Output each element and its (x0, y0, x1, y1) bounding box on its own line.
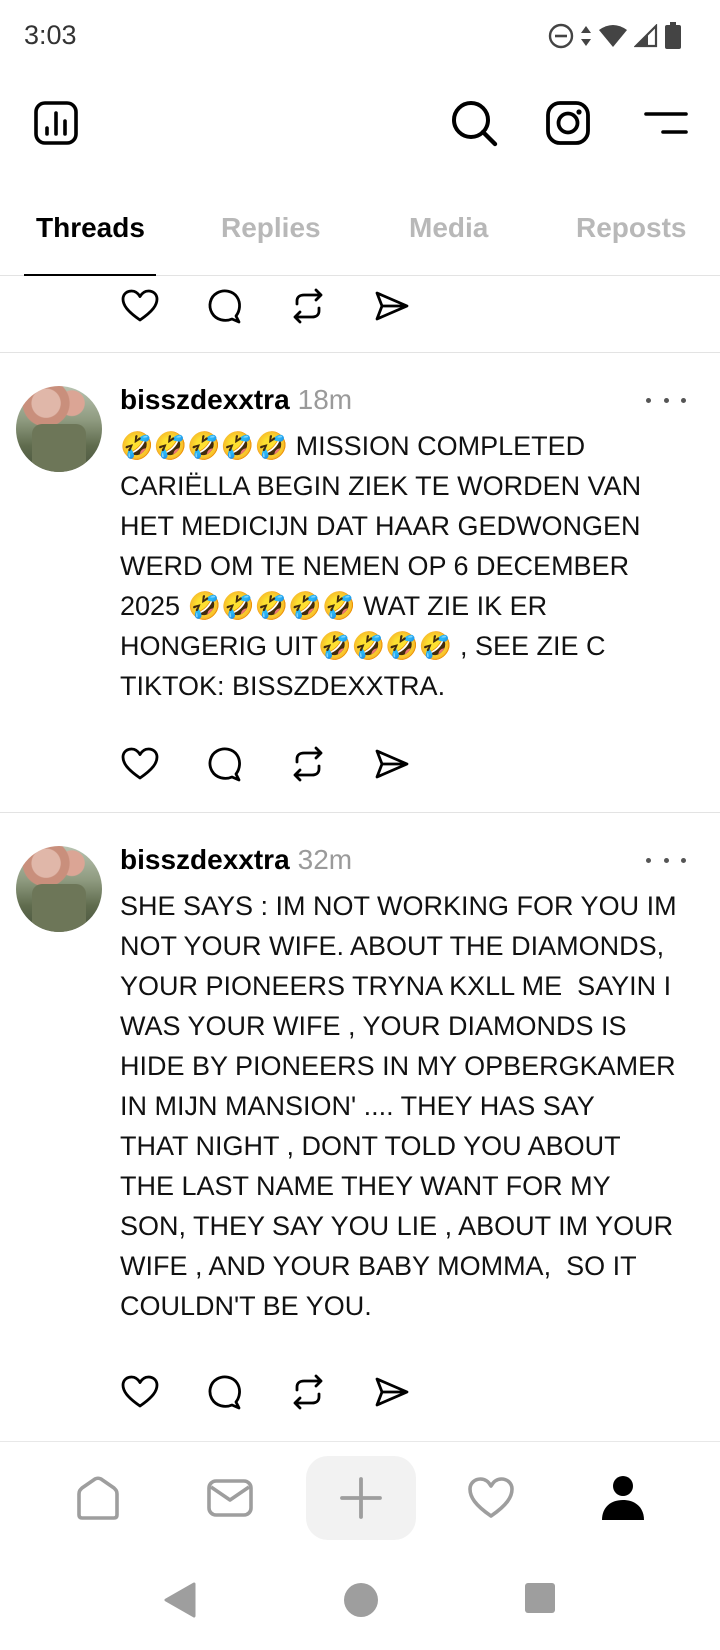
search-button[interactable] (444, 90, 504, 156)
tab-replies[interactable]: Replies (221, 212, 321, 244)
profile-icon (602, 1476, 644, 1520)
comment-button[interactable] (202, 742, 246, 786)
menu-button[interactable] (636, 90, 696, 156)
wifi-icon (599, 25, 627, 47)
share-button[interactable] (370, 742, 414, 786)
heart-icon (121, 289, 159, 322)
system-home-button[interactable] (343, 1582, 379, 1623)
comment-icon (208, 289, 241, 324)
back-icon (164, 1582, 196, 1618)
share-button[interactable] (370, 1370, 414, 1414)
status-time: 3:03 (24, 20, 77, 50)
home-circle-icon (344, 1583, 378, 1617)
more-options-button[interactable] (646, 848, 686, 872)
post-divider (0, 812, 720, 813)
tab-media[interactable]: Media (409, 212, 488, 244)
post-username[interactable]: bisszdexxtra (120, 844, 290, 875)
menu-icon (644, 112, 688, 134)
nav-profile[interactable] (568, 1456, 678, 1540)
search-icon (452, 101, 498, 147)
repost-button[interactable] (286, 1370, 330, 1414)
system-back-button[interactable] (163, 1582, 197, 1623)
activity-icon (468, 1477, 514, 1518)
signal-icon (634, 24, 658, 48)
like-button[interactable] (118, 284, 162, 328)
share-button[interactable] (370, 284, 414, 328)
repost-icon (293, 288, 323, 324)
post-text: 🤣🤣🤣🤣🤣 MISSION COMPLETED CARIËLLA BEGIN Z… (120, 431, 642, 701)
repost-icon (293, 746, 323, 782)
like-button[interactable] (118, 742, 162, 786)
insights-button[interactable] (26, 90, 86, 156)
inbox-icon (207, 1479, 253, 1517)
instagram-button[interactable] (538, 90, 598, 156)
nav-inbox[interactable] (175, 1456, 285, 1540)
post-actions (118, 1370, 454, 1414)
repost-button[interactable] (286, 284, 330, 328)
nav-home[interactable] (43, 1456, 153, 1540)
like-button[interactable] (118, 1370, 162, 1414)
repost-icon (293, 1374, 323, 1410)
tab-threads[interactable]: Threads (36, 212, 145, 244)
status-bar: 3:03 (0, 0, 720, 72)
comment-button[interactable] (202, 1370, 246, 1414)
post-time: 32m (297, 844, 353, 875)
post-text: SHE SAYS : IM NOT WORKING FOR YOU IM NOT… (120, 891, 677, 1321)
do-not-disturb-icon (548, 23, 574, 49)
instagram-icon (546, 101, 590, 145)
post-header: bisszdexxtra 32m (120, 844, 352, 876)
post-actions (118, 742, 454, 786)
tab-active-indicator (24, 274, 156, 276)
nav-create[interactable] (306, 1456, 416, 1540)
avatar[interactable] (16, 386, 102, 472)
share-icon (375, 749, 409, 779)
data-arrows-icon (581, 26, 591, 46)
share-icon (375, 291, 409, 321)
post-header: bisszdexxtra 18m (120, 384, 352, 416)
system-nav (0, 1566, 720, 1636)
insights-icon (34, 101, 78, 145)
profile-header (0, 90, 720, 156)
post-username[interactable]: bisszdexxtra (120, 384, 290, 415)
post-time: 18m (297, 384, 353, 415)
recents-icon (525, 1583, 555, 1613)
post-divider (0, 352, 720, 353)
share-icon (375, 1377, 409, 1407)
create-icon (340, 1477, 382, 1519)
avatar[interactable] (16, 846, 102, 932)
tab-reposts[interactable]: Reposts (576, 212, 686, 244)
system-recents-button[interactable] (524, 1582, 556, 1619)
profile-tabs: Threads Replies Media Reposts (0, 198, 720, 276)
comment-button[interactable] (202, 284, 246, 328)
post-actions-previous (118, 284, 454, 328)
status-icons (548, 20, 682, 52)
bottom-nav (0, 1441, 720, 1541)
home-icon (77, 1476, 119, 1520)
comment-icon (208, 747, 241, 782)
heart-icon (121, 747, 159, 780)
heart-icon (121, 1375, 159, 1408)
more-options-button[interactable] (646, 388, 686, 412)
battery-icon (665, 22, 681, 49)
repost-button[interactable] (286, 742, 330, 786)
comment-icon (208, 1375, 241, 1410)
nav-activity[interactable] (436, 1456, 546, 1540)
